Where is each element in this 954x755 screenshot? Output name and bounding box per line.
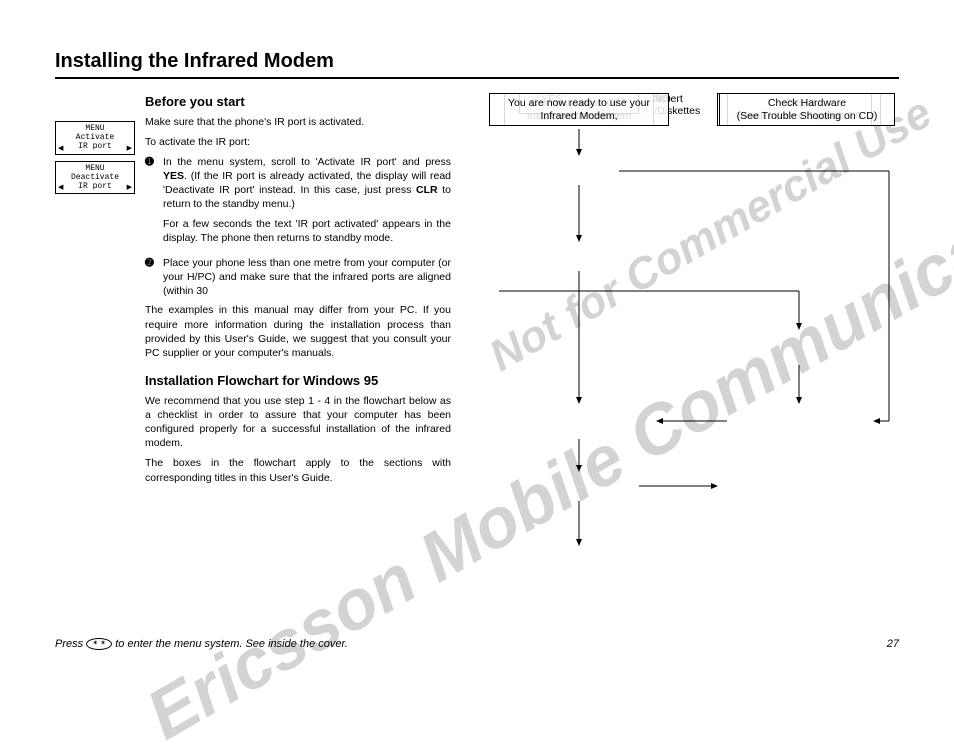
page-title: Installing the Infrared Modem <box>55 50 899 79</box>
flow-box-check-hw: Check Hardware (See Trouble Shooting on … <box>719 93 895 126</box>
page-number: 27 <box>887 638 899 650</box>
text: (See Trouble Shooting on CD) <box>726 110 888 123</box>
page-footer: Press ✶ ✶ to enter the menu system. See … <box>55 638 899 650</box>
text: . (If the IR port is already activated, … <box>163 170 451 196</box>
chevron-right-icon: ▶ <box>127 184 132 192</box>
chevron-left-icon: ◀ <box>58 184 63 192</box>
heading-flowchart: Installation Flowchart for Windows 95 <box>145 372 451 390</box>
left-column: ◀ MENU Activate IR port ▶ ◀ MENU Deactiv… <box>55 93 451 593</box>
button-oval-icon: ✶ ✶ <box>86 638 112 650</box>
chevron-right-icon: ▶ <box>127 145 132 153</box>
menu-display-boxes: ◀ MENU Activate IR port ▶ ◀ MENU Deactiv… <box>55 93 135 303</box>
list-text: Place your phone less than one metre fro… <box>163 256 451 299</box>
chevron-left-icon: ◀ <box>58 145 63 153</box>
paragraph: Make sure that the phone's IR port is ac… <box>145 115 451 129</box>
heading-before: Before you start <box>145 93 451 111</box>
menu-line: Deactivate <box>58 173 132 182</box>
list-text: In the menu system, scroll to 'Activate … <box>163 155 451 251</box>
key-yes: YES <box>163 170 184 182</box>
list-item-1: ➊ In the menu system, scroll to 'Activat… <box>145 155 451 251</box>
flowchart: Step 1 Check Infrared Support Installed?… <box>479 93 899 593</box>
flowchart-arrows <box>479 93 899 593</box>
paragraph-examples: The examples in this manual may differ f… <box>145 303 451 360</box>
menu-line: MENU <box>58 164 132 173</box>
menu-line: MENU <box>58 124 132 133</box>
before-you-start-section: Before you start Make sure that the phon… <box>145 93 451 303</box>
menu-line: IR port <box>58 182 132 191</box>
text: to enter the menu system. See inside the… <box>112 638 348 650</box>
menu-line: IR port <box>58 142 132 151</box>
paragraph: We recommend that you use step 1 - 4 in … <box>145 394 451 451</box>
paragraph: To activate the IR port: <box>145 135 451 149</box>
list-item-2: ➋ Place your phone less than one metre f… <box>145 256 451 299</box>
bullet-number-icon: ➊ <box>145 155 157 251</box>
flow-box-ready: You are now ready to use your Infrared M… <box>489 93 669 126</box>
page-content: Installing the Infrared Modem ◀ MENU Act… <box>55 50 899 593</box>
bullet-number-icon: ➋ <box>145 256 157 299</box>
menu-box-activate: ◀ MENU Activate IR port ▶ <box>55 121 135 155</box>
paragraph: For a few seconds the text 'IR port acti… <box>163 217 451 245</box>
text: You are now ready to use your <box>496 97 662 110</box>
text: Press <box>55 638 86 650</box>
text: Check Hardware <box>726 97 888 110</box>
menu-box-deactivate: ◀ MENU Deactivate IR port ▶ <box>55 161 135 195</box>
footer-hint: Press ✶ ✶ to enter the menu system. See … <box>55 638 348 650</box>
menu-line: Activate <box>58 133 132 142</box>
key-clr: CLR <box>416 184 438 196</box>
paragraph: The boxes in the flowchart apply to the … <box>145 456 451 484</box>
text: In the menu system, scroll to 'Activate … <box>163 156 451 168</box>
text: Infrared Modem, <box>496 110 662 123</box>
